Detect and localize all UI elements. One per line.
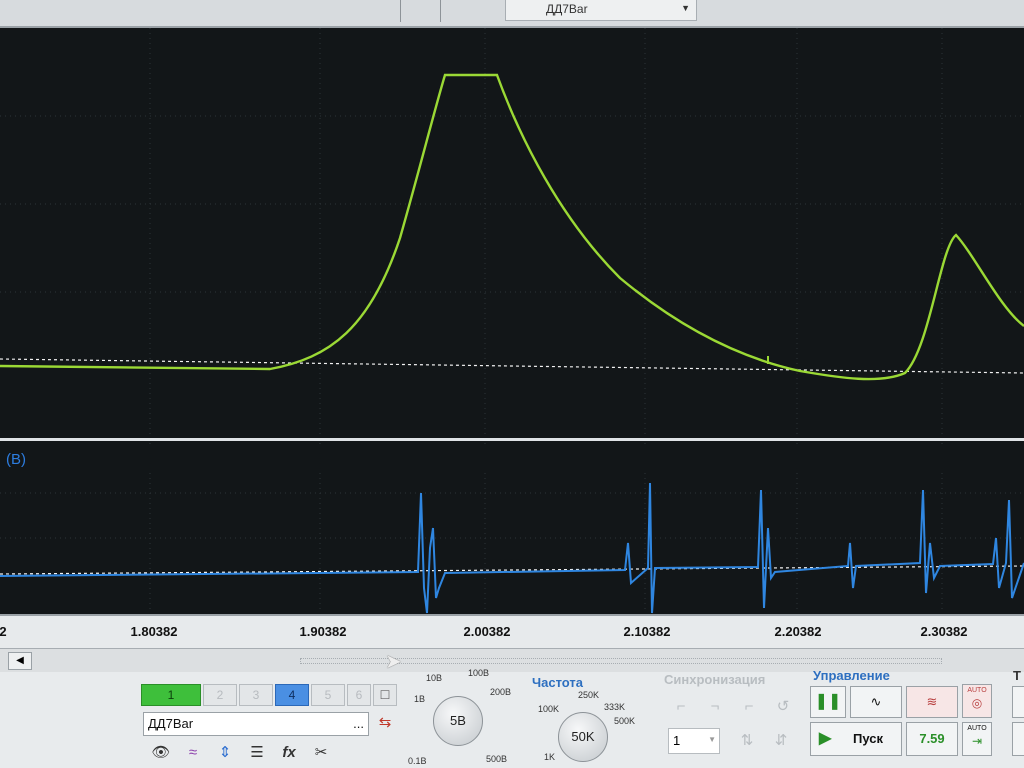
time-tick-label: 2.30382 [920,624,968,639]
swap-icon[interactable]: ⇆ [374,712,396,734]
auto-label: AUTO [967,687,987,694]
auto-label: AUTO [967,725,987,732]
counter-display: 7.59 [906,722,958,756]
frequency-title: Частота [532,675,584,690]
cut-group-button[interactable] [1012,722,1024,756]
chevron-down-icon[interactable]: ▼ [708,735,716,744]
checkbox-icon: ☐ [379,688,391,702]
voltage-scale-label: 1В [414,694,426,704]
toolbar-separator [400,0,401,22]
run-button[interactable]: ▶ Пуск [810,722,902,756]
arrow-icon: ⇥ [971,734,983,748]
blue-trace [0,482,1024,614]
pause-button[interactable]: ❚❚ [810,686,846,718]
blue-channel-label: (B) [6,451,26,468]
voltage-scale-label: 0.1В [408,756,427,766]
voltage-scale-label: 10В [426,673,443,683]
cut-group-title: Т [1013,668,1021,683]
target-icon: ◎ [971,696,983,710]
sync-trigger-icon: ⇅ [740,732,754,749]
voltage-dial[interactable]: 5В [433,696,483,746]
frequency-scale-label: 250K [578,690,600,700]
channel-tab-6[interactable]: 6 [347,684,371,706]
run-label: Пуск [853,731,883,746]
voltage-scale-label: 100В [468,668,490,678]
sine-wave-icon: ∿ [870,694,882,709]
frequency-scale-label: 333K [604,702,626,712]
frequency-scale-label: 500K [614,716,636,726]
auto-trigger-button[interactable]: AUTO ⇥ [962,722,992,756]
voltage-scale-label: 200В [490,687,512,697]
sine-mode-button[interactable]: ∿ [850,686,902,718]
sync-curve-icon: ↺ [776,698,790,715]
control-title: Управление [813,668,890,683]
waveform-icon[interactable]: ≈ [182,742,204,764]
pause-icon: ❚❚ [814,693,842,710]
scope-plot [0,28,1024,614]
chevron-down-icon[interactable]: ▼ [681,3,690,13]
browse-button[interactable]: ... [353,716,364,731]
sync-edge-icon: ⌐ [744,698,754,715]
time-axis: 2 1.80382 1.90382 2.00382 2.10382 2.2038… [0,614,1024,650]
noise-wave-icon: ≋ [926,694,938,709]
channel-tab-3[interactable]: 3 [239,684,273,706]
sync-channel-select[interactable]: 1 ▼ [668,728,720,754]
auto-scale-button[interactable]: AUTO ◎ [962,684,992,718]
sync-title: Синхронизация [664,672,766,687]
play-icon: ▶ [819,730,832,747]
eye-icon[interactable]: 👁 [150,742,172,764]
time-tick-label: 2.10382 [623,624,671,639]
scope-screen[interactable] [0,28,1024,628]
time-tick-label: 2 [0,624,7,639]
toolbar-separator [440,0,441,22]
function-icon[interactable]: fx [278,742,300,764]
green-zero-line [0,358,1024,374]
channel-name-field[interactable]: ДД7Bar ... [143,712,369,736]
frequency-scale-label: 100K [538,704,560,714]
move-vertical-icon[interactable]: ⇕ [214,742,236,764]
noise-mode-button[interactable]: ≋ [906,686,958,718]
frequency-scale-label: 1K [544,752,556,762]
channel-select[interactable]: ДД7Bar ▼ [505,0,697,21]
cut-group-button[interactable] [1012,686,1024,718]
channel-tab-5[interactable]: 5 [311,684,345,706]
channel-tab-4[interactable]: 4 [275,684,309,706]
tools-icon[interactable]: ✂ [310,742,332,764]
voltage-scale-label: 500В [486,754,508,764]
sync-offset-icon: ⇵ [774,732,788,749]
frequency-dial[interactable]: 50K [558,712,608,762]
sync-rise-icon: ⌐ [676,698,686,715]
scroll-left-button[interactable]: ◀ [8,652,32,670]
channel-name-value: ДД7Bar [148,716,194,731]
sync-channel-value: 1 [673,733,681,748]
time-tick-label: 2.00382 [463,624,511,639]
time-tick-label: 1.90382 [299,624,347,639]
time-tick-label: 1.80382 [130,624,178,639]
channel-divider [0,438,1024,441]
green-trace [0,73,1024,381]
time-tick-label: 2.20382 [774,624,822,639]
channel-select-value: ДД7Bar [546,2,588,16]
top-toolbar: ДД7Bar ▼ [0,0,1024,28]
chevron-left-icon: ◀ [16,655,24,666]
control-panel: 1 2 3 4 5 6 ☐ ДД7Bar ... ⇆ 👁 ≈ ⇕ ☰ fx ✂ … [0,668,1024,768]
mouse-cursor-icon: ➤ [385,651,402,673]
sync-fall-icon: ¬ [710,698,720,715]
lines-icon[interactable]: ☰ [246,742,268,764]
channel-tabs: 1 2 3 4 5 6 ☐ [141,684,399,706]
channel-tab-2[interactable]: 2 [203,684,237,706]
channel-tab-1[interactable]: 1 [141,684,201,706]
add-channel-button[interactable]: ☐ [373,684,397,706]
